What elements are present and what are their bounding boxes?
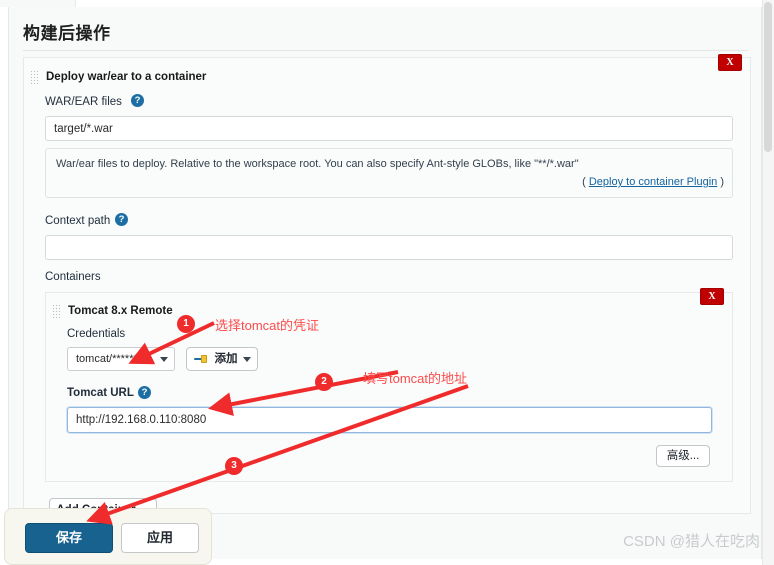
- deploy-to-container-plugin-link[interactable]: Deploy to container Plugin: [589, 176, 717, 188]
- drag-grip-icon[interactable]: [52, 304, 61, 318]
- paren-close: ): [720, 176, 724, 188]
- tomcat-url-input[interactable]: [67, 407, 712, 433]
- watermark-text: CSDN @猎人在吃肉: [623, 533, 760, 550]
- delete-deploy-block-button[interactable]: X: [718, 54, 742, 71]
- advanced-button[interactable]: 高级...: [656, 445, 710, 467]
- plugin-link-wrapper: ( Deploy to container Plugin ): [582, 176, 724, 188]
- context-path-label: Context path: [45, 215, 111, 227]
- add-credentials-button[interactable]: 添加: [186, 347, 258, 371]
- apply-button[interactable]: 应用: [121, 523, 199, 553]
- deploy-block-heading: Deploy war/ear to a container: [46, 71, 207, 83]
- delete-container-button[interactable]: X: [700, 288, 724, 305]
- tomcat-container-panel: Tomcat 8.x Remote X Credentials tomcat/*…: [45, 288, 733, 482]
- save-button[interactable]: 保存: [25, 523, 113, 553]
- war-ear-files-label: WAR/EAR files: [45, 96, 122, 108]
- chevron-down-icon: [243, 357, 251, 362]
- title-divider: [23, 50, 748, 51]
- page-title: 构建后操作: [23, 24, 111, 43]
- tomcat-panel-heading: Tomcat 8.x Remote: [68, 305, 173, 317]
- help-question-icon[interactable]: ?: [131, 94, 144, 107]
- war-ear-description-box: War/ear files to deploy. Relative to the…: [45, 148, 733, 198]
- credentials-label: Credentials: [67, 328, 126, 340]
- help-question-icon[interactable]: ?: [138, 386, 151, 399]
- help-question-icon[interactable]: ?: [115, 213, 128, 226]
- page-root: 构建后操作 Deploy war/ear to a container X WA…: [0, 0, 774, 565]
- war-ear-description-text: War/ear files to deploy. Relative to the…: [56, 158, 579, 170]
- paren-open: (: [582, 176, 586, 188]
- form-action-bar: 保存 应用: [4, 508, 212, 565]
- add-credentials-label: 添加: [214, 353, 238, 365]
- page-scrollbar-thumb[interactable]: [764, 2, 772, 152]
- war-ear-files-input[interactable]: [45, 116, 733, 141]
- tomcat-url-label: Tomcat URL: [67, 387, 134, 399]
- credentials-selected-value: tomcat/******: [76, 353, 138, 365]
- deploy-war-ear-block: Deploy war/ear to a container X WAR/EAR …: [23, 54, 751, 522]
- credentials-select[interactable]: tomcat/******: [67, 347, 175, 371]
- containers-label: Containers: [45, 271, 101, 283]
- context-path-input[interactable]: [45, 235, 733, 260]
- post-build-actions-section: 构建后操作 Deploy war/ear to a container X WA…: [8, 7, 762, 559]
- drag-grip-icon[interactable]: [30, 70, 39, 84]
- credential-key-icon: [194, 355, 207, 363]
- browser-tab-stub: [0, 0, 76, 7]
- chevron-down-icon: [160, 357, 168, 362]
- page-scrollbar[interactable]: [762, 0, 774, 565]
